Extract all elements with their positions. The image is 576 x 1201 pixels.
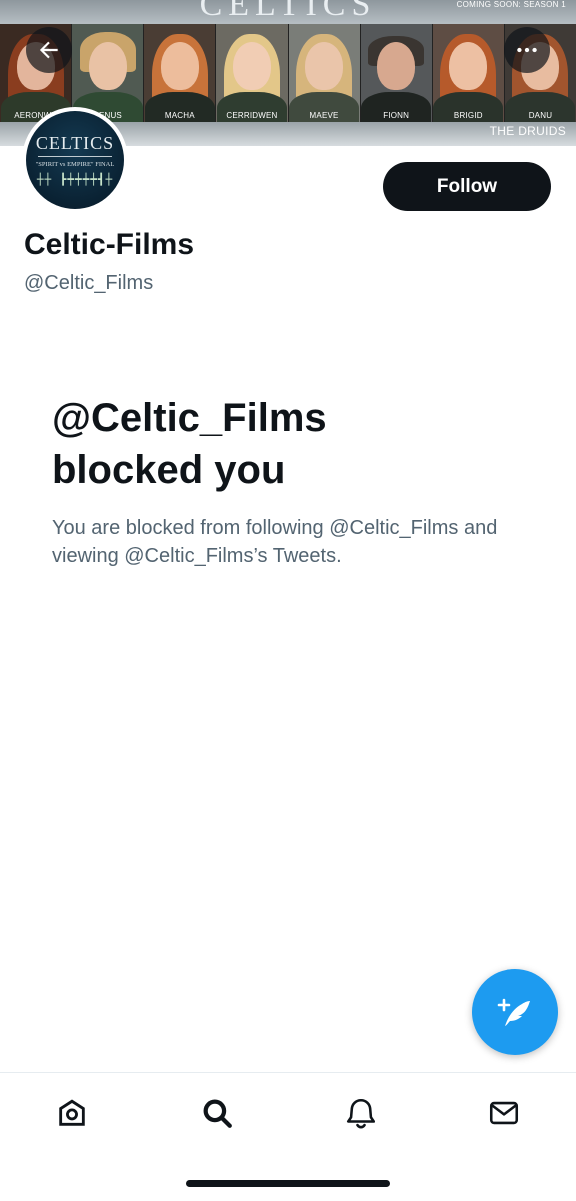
compose-tweet-button[interactable] — [472, 969, 558, 1055]
portrait-label: BRIGID — [453, 111, 483, 120]
portrait-label: CERRIDWEN — [226, 111, 278, 120]
back-button[interactable] — [26, 27, 72, 73]
compose-tweet-icon — [497, 998, 530, 1026]
portrait-macha: MACHA — [144, 24, 217, 122]
more-options-button[interactable] — [504, 27, 550, 73]
user-handle: @Celtic_Films — [24, 272, 154, 294]
banner-coming-soon: COMING SOON: SEASON 1 — [456, 0, 566, 9]
blocked-heading-text: blocked you — [52, 448, 286, 492]
tab-messages[interactable] — [480, 1093, 528, 1133]
blocked-heading-handle: @Celtic_Films — [52, 396, 327, 440]
blocked-heading: @Celtic_Films blocked you — [52, 392, 522, 496]
tab-notifications[interactable] — [337, 1093, 385, 1133]
profile-avatar[interactable]: CELTICS "SPIRIT vs EMPIRE" FINAL ┼┼ ┣┿┿┿… — [22, 107, 128, 213]
home-indicator — [186, 1180, 390, 1187]
portrait-brigid: BRIGID — [432, 24, 505, 122]
tab-search[interactable] — [193, 1093, 241, 1133]
avatar-ogham-mark: ┼┼ ┣┿┿┿┿┫┼ — [36, 173, 114, 186]
home-icon — [59, 1099, 85, 1126]
bell-icon — [346, 1098, 376, 1129]
mail-icon — [489, 1101, 519, 1125]
blocked-description: You are blocked from following @Celtic_F… — [52, 517, 498, 567]
portrait-cerridwen: CERRIDWEN — [216, 24, 289, 122]
portrait-maeve: MAEVE — [288, 24, 361, 122]
portrait-label: MACHA — [164, 111, 195, 120]
portrait-label: FIONN — [383, 111, 410, 120]
tab-home[interactable] — [48, 1093, 96, 1133]
avatar-image: CELTICS "SPIRIT vs EMPIRE" FINAL ┼┼ ┣┿┿┿… — [26, 111, 124, 209]
banner-tagline: THE DRUIDS — [489, 124, 566, 138]
follow-button[interactable]: Follow — [383, 162, 551, 211]
portrait-fionn: FIONN — [360, 24, 433, 122]
avatar-logo-subtitle: "SPIRIT vs EMPIRE" FINAL — [35, 161, 115, 168]
portrait-label: DANU — [528, 111, 553, 120]
search-icon — [203, 1099, 232, 1128]
display-name: Celtic-Films — [24, 228, 195, 261]
back-arrow-icon — [39, 41, 58, 59]
avatar-logo-divider — [38, 156, 112, 157]
avatar-logo-title: CELTICS — [35, 133, 115, 153]
more-icon — [517, 47, 537, 53]
portrait-label: MAEVE — [309, 111, 339, 120]
